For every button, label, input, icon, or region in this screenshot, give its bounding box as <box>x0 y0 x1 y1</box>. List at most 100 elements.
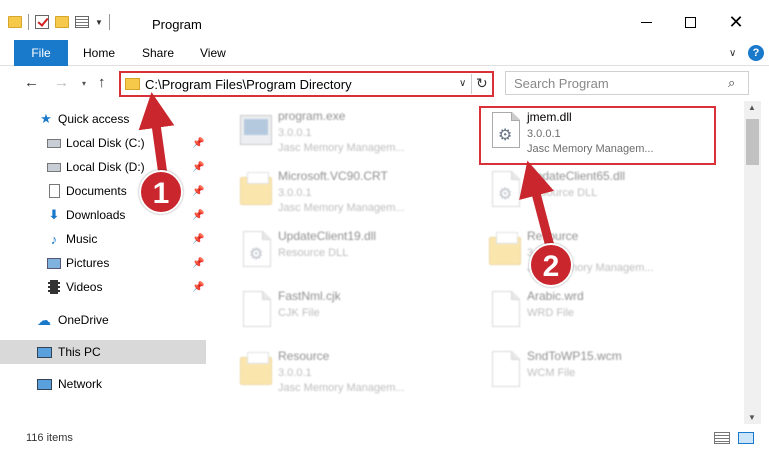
tab-home[interactable]: Home <box>83 40 115 66</box>
folder-icon <box>240 171 274 213</box>
back-button[interactable]: ← <box>24 74 39 91</box>
file-name: Microsoft.VC90.CRT <box>278 169 388 183</box>
music-icon: ♪ <box>50 231 58 247</box>
sidebar-item-music[interactable]: ♪ Music 📌 <box>0 227 206 251</box>
download-icon: ⬇ <box>48 207 60 222</box>
file-item-fastnml-cjk[interactable]: FastNml.cjk CJK File <box>230 285 470 345</box>
documents-icon <box>46 183 62 199</box>
file-item-microsoft-vc90-crt[interactable]: Microsoft.VC90.CRT 3.0.0.1 Jasc Memory M… <box>230 165 470 225</box>
expand-ribbon-chevron-icon[interactable]: ∨ <box>729 48 736 59</box>
search-input[interactable] <box>514 75 714 91</box>
forward-button[interactable]: → <box>54 74 69 91</box>
window-title: Program <box>152 17 202 32</box>
search-icon[interactable]: ⌕ <box>728 75 735 91</box>
pin-icon[interactable]: 📌 <box>192 234 204 245</box>
ribbon-tabs: File Home Share View ∨ ? <box>0 40 769 66</box>
close-icon: ✕ <box>728 11 744 32</box>
file-version: 3.0.0.1 <box>278 367 312 379</box>
tab-share[interactable]: Share <box>142 40 174 66</box>
pin-icon[interactable]: 📌 <box>192 282 204 293</box>
sidebar-item-label: OneDrive <box>58 313 109 327</box>
quick-access-toolbar: ▼ <box>8 14 110 30</box>
file-item-resource-folder-2[interactable]: Resource 3.0.0.1 Jasc Memory Managem... <box>230 345 470 405</box>
folder-icon <box>240 351 274 393</box>
file-item-jmem-dll[interactable]: ⚙ jmem.dll 3.0.0.1 Jasc Memory Managem..… <box>479 106 716 165</box>
exe-icon <box>240 111 274 153</box>
sidebar-item-onedrive[interactable]: ☁ OneDrive <box>0 308 206 332</box>
file-item-arabic-wrd[interactable]: Arabic.wrd WRD File <box>479 285 719 345</box>
new-folder-icon[interactable] <box>55 16 69 28</box>
navigation-bar: ← → ▾ ↑ C:\Program Files\Program Directo… <box>0 66 769 101</box>
file-type: WCM File <box>527 367 576 379</box>
view-options-icon[interactable] <box>75 16 89 28</box>
star-icon: ★ <box>40 111 52 126</box>
vertical-scrollbar[interactable]: ▲ ▼ <box>744 101 761 424</box>
customize-toolbar-dropdown-icon[interactable]: ▼ <box>95 18 103 27</box>
address-bar[interactable]: C:\Program Files\Program Directory ∨ ↻ <box>119 71 494 97</box>
sidebar-item-videos[interactable]: Videos 📌 <box>0 275 206 299</box>
sidebar-item-label: Network <box>58 377 103 391</box>
pin-icon[interactable]: 📌 <box>192 162 204 173</box>
sidebar-item-label: Music <box>66 232 98 246</box>
file-type: CJK File <box>278 307 320 319</box>
file-name: UpdateClient65.dll <box>527 169 626 183</box>
minimize-button[interactable] <box>636 12 656 32</box>
file-name: jmem.dll <box>527 110 572 124</box>
sidebar-item-label: Local Disk (C:) <box>66 136 145 150</box>
scroll-up-arrow-icon[interactable]: ▲ <box>748 103 756 112</box>
file-version: 3.0.0.1 <box>527 128 561 140</box>
properties-check-icon[interactable] <box>35 15 49 29</box>
file-item-sndtowp15-wcm[interactable]: SndToWP15.wcm WCM File <box>479 345 719 405</box>
file-item-updateclient65-dll[interactable]: ⚙ UpdateClient65.dll Resource DLL <box>479 165 719 225</box>
sidebar-item-this-pc[interactable]: This PC <box>0 340 206 364</box>
recent-locations-dropdown[interactable]: ▾ <box>82 79 86 88</box>
folder-icon <box>125 78 140 90</box>
refresh-icon[interactable]: ↻ <box>476 75 488 92</box>
cloud-icon: ☁ <box>37 311 51 328</box>
pin-icon[interactable]: 📌 <box>192 186 204 197</box>
title-bar: ▼ Program ✕ <box>0 0 769 40</box>
file-type: WRD File <box>527 307 575 319</box>
document-icon <box>489 291 523 333</box>
pin-icon[interactable]: 📌 <box>192 210 204 221</box>
tab-file[interactable]: File <box>14 40 68 66</box>
file-description: Jasc Memory Managem... <box>278 202 405 214</box>
search-box[interactable]: ⌕ <box>505 71 749 95</box>
sidebar-item-quick-access[interactable]: ★ Quick access <box>0 107 206 131</box>
address-dropdown-icon[interactable]: ∨ <box>459 78 466 89</box>
file-description: Jasc Memory Managem... <box>278 382 405 394</box>
pin-icon[interactable]: 📌 <box>192 138 204 149</box>
details-view-button[interactable] <box>714 432 730 444</box>
large-icons-view-button[interactable] <box>738 432 754 444</box>
step-2-badge: 2 <box>529 243 573 287</box>
address-path[interactable]: C:\Program Files\Program Directory <box>145 77 352 92</box>
scroll-down-arrow-icon[interactable]: ▼ <box>748 413 756 422</box>
pin-icon[interactable]: 📌 <box>192 258 204 269</box>
sidebar-item-label: Downloads <box>66 208 126 222</box>
network-icon <box>36 376 52 392</box>
step-1-badge: 1 <box>139 170 183 214</box>
sidebar-item-label: Documents <box>66 184 127 198</box>
close-button[interactable]: ✕ <box>726 12 746 32</box>
drive-icon <box>46 135 62 151</box>
scrollbar-thumb[interactable] <box>746 119 759 165</box>
file-item-program-exe[interactable]: program.exe 3.0.0.1 Jasc Memory Managem.… <box>230 105 470 165</box>
toolbar-divider <box>108 14 110 30</box>
file-item-resource-folder[interactable]: Resource 3.0.0.1 Jasc Memory Managem... <box>479 225 719 285</box>
file-item-updateclient19-dll[interactable]: ⚙ UpdateClient19.dll Resource DLL <box>230 225 470 285</box>
pictures-icon <box>46 255 62 271</box>
sidebar-item-pictures[interactable]: Pictures 📌 <box>0 251 206 275</box>
sidebar-item-local-disk-c[interactable]: Local Disk (C:) 📌 <box>0 131 206 155</box>
minimize-icon <box>640 21 652 23</box>
computer-icon <box>36 344 52 360</box>
help-button[interactable]: ? <box>748 45 764 61</box>
sidebar-item-label: Videos <box>66 280 103 294</box>
maximize-button[interactable] <box>680 12 700 32</box>
up-button[interactable]: ↑ <box>98 74 106 91</box>
sidebar-item-network[interactable]: Network <box>0 372 206 396</box>
navigation-pane: ★ Quick access Local Disk (C:) 📌 Local D… <box>0 101 210 415</box>
file-name: UpdateClient19.dll <box>278 229 377 243</box>
tab-view[interactable]: View <box>200 40 226 66</box>
toolbar-divider <box>28 14 29 30</box>
status-bar: 116 items <box>0 424 769 452</box>
